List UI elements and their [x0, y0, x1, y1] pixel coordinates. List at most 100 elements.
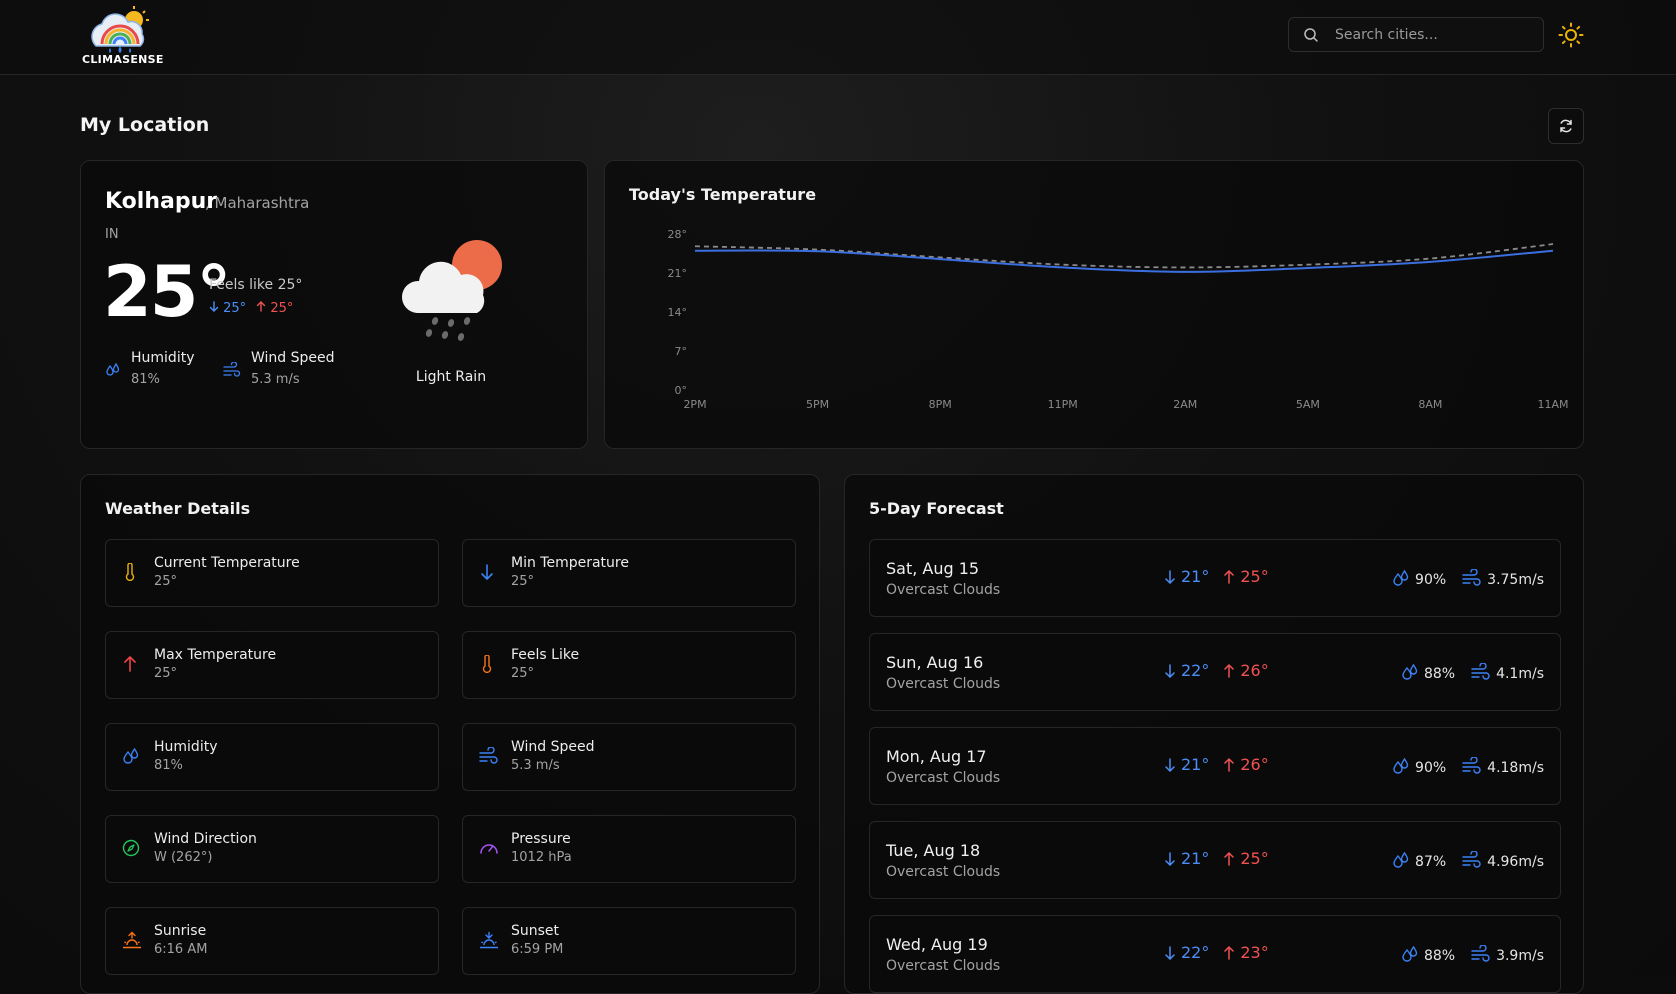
max-temp: 25°	[256, 301, 293, 316]
feels-like-line	[694, 243, 1554, 269]
detail-label: Feels Like	[511, 647, 580, 663]
forecast-temps: 22° 26°	[1164, 661, 1269, 680]
forecast-wind: 3.75m/s	[1462, 568, 1544, 591]
detail-wind-direction: Wind Direction W (262°)	[105, 815, 439, 883]
forecast-humidity: 90%	[1392, 757, 1446, 779]
forecast-min: 21°	[1164, 567, 1209, 586]
droplets-icon	[1401, 663, 1419, 685]
forecast-meta: 88% 4.1m/s	[1401, 662, 1544, 685]
forecast-humidity-value: 90%	[1415, 760, 1447, 776]
logo-text: CLIMASENSE	[82, 53, 164, 66]
sunrise-icon	[122, 931, 142, 953]
app-header: CLIMASENSE	[0, 0, 1676, 75]
detail-feels-like: Feels Like 25°	[462, 631, 796, 699]
detail-label: Pressure	[511, 831, 571, 847]
forecast-wind: 4.96m/s	[1462, 850, 1544, 873]
droplets-icon	[1392, 851, 1410, 873]
feels-like-text: Feels like 25°	[209, 277, 303, 293]
y-tick-label: 14°	[668, 306, 688, 319]
arrow-up-icon	[256, 301, 266, 312]
forecast-meta: 90% 4.18m/s	[1392, 756, 1544, 779]
forecast-row[interactable]: Wed, Aug 19 Overcast Clouds 22° 23° 88% …	[869, 915, 1561, 993]
country-code: IN	[105, 227, 119, 242]
y-tick-label: 28°	[668, 228, 688, 241]
forecast-temps: 22° 23°	[1164, 943, 1269, 962]
detail-label: Current Temperature	[154, 555, 300, 571]
wind-icon	[1471, 662, 1491, 685]
wind-stat: Wind Speed 5.3 m/s	[223, 350, 335, 387]
forecast-row[interactable]: Sun, Aug 16 Overcast Clouds 22° 26° 88% …	[869, 633, 1561, 711]
detail-min-temperature: Min Temperature 25°	[462, 539, 796, 607]
x-tick-label: 8PM	[929, 398, 952, 411]
forecast-wind: 3.9m/s	[1471, 944, 1544, 967]
forecast-max-value: 25°	[1240, 849, 1269, 868]
x-tick-label: 2AM	[1173, 398, 1197, 411]
forecast-humidity: 88%	[1401, 663, 1455, 685]
forecast-meta: 90% 3.75m/s	[1392, 568, 1544, 591]
forecast-row[interactable]: Tue, Aug 18 Overcast Clouds 21° 25° 87% …	[869, 821, 1561, 899]
light-rain-icon	[401, 240, 502, 341]
detail-value: 5.3 m/s	[511, 758, 560, 773]
forecast-min-value: 21°	[1181, 849, 1210, 868]
detail-value: 25°	[511, 666, 535, 681]
forecast-max-value: 26°	[1240, 755, 1269, 774]
humidity-value: 81%	[131, 372, 160, 387]
droplets-icon	[122, 747, 140, 769]
detail-label: Wind Direction	[154, 831, 257, 847]
wind-label: Wind Speed	[251, 350, 335, 366]
page-title: My Location	[80, 114, 210, 136]
forecast-max: 23°	[1223, 943, 1269, 962]
sun-icon[interactable]	[1558, 22, 1584, 48]
forecast-max: 25°	[1223, 567, 1269, 586]
arrow-down-icon	[1165, 851, 1175, 866]
refresh-button[interactable]	[1548, 108, 1584, 144]
forecast-max: 26°	[1223, 661, 1269, 680]
forecast-wind-value: 3.9m/s	[1496, 948, 1544, 964]
detail-label: Wind Speed	[511, 739, 595, 755]
arrow-up-icon	[1224, 663, 1235, 678]
arrow-up-icon	[1224, 569, 1235, 584]
temperature-chart-card: Today's Temperature 28° 21° 14° 7° 0° 2PM 5PM 8…	[604, 160, 1584, 449]
refresh-icon	[1560, 119, 1572, 133]
search-box[interactable]	[1288, 17, 1544, 52]
x-tick-label: 2PM	[683, 398, 706, 411]
forecast-min: 22°	[1164, 943, 1209, 962]
wind-icon	[1462, 850, 1482, 873]
forecast-min-value: 21°	[1181, 567, 1210, 586]
detail-value: 81%	[154, 758, 183, 773]
search-input[interactable]	[1335, 18, 1535, 51]
droplets-icon	[1392, 569, 1410, 591]
current-weather-card: Kolhapur , Maharashtra IN 25° Feels like…	[80, 160, 588, 449]
wind-value: 5.3 m/s	[251, 372, 300, 387]
wind-icon	[479, 746, 499, 769]
forecast-min: 21°	[1164, 755, 1209, 774]
forecast-description: Overcast Clouds	[886, 582, 1001, 598]
droplets-icon	[1401, 945, 1419, 967]
forecast-wind-value: 3.75m/s	[1487, 572, 1544, 588]
forecast-humidity-value: 88%	[1423, 948, 1456, 964]
detail-label: Sunrise	[154, 923, 207, 939]
droplets-icon	[106, 362, 120, 376]
forecast-humidity-value: 88%	[1423, 666, 1456, 682]
arrow-up-icon	[1224, 851, 1235, 866]
thermometer-icon	[122, 562, 138, 585]
wind-icon	[1471, 944, 1491, 967]
forecast-card: 5-Day Forecast Sat, Aug 15 Overcast Clou…	[844, 474, 1584, 994]
forecast-max-value: 26°	[1240, 661, 1269, 680]
x-tick-label: 5AM	[1296, 398, 1320, 411]
forecast-wind-value: 4.1m/s	[1496, 666, 1544, 682]
arrow-down-icon	[1165, 663, 1175, 678]
search-icon	[1304, 28, 1318, 42]
detail-label: Min Temperature	[511, 555, 629, 571]
forecast-row[interactable]: Mon, Aug 17 Overcast Clouds 21° 26° 90% …	[869, 727, 1561, 805]
forecast-wind-value: 4.96m/s	[1487, 854, 1544, 870]
x-tick-label: 11PM	[1048, 398, 1078, 411]
forecast-min-value: 22°	[1181, 661, 1210, 680]
x-tick-label: 11AM	[1537, 398, 1568, 411]
forecast-humidity: 87%	[1392, 851, 1446, 873]
city-name: Kolhapur	[105, 189, 218, 214]
forecast-row[interactable]: Sat, Aug 15 Overcast Clouds 21° 25° 90% …	[869, 539, 1561, 617]
wind-icon	[223, 362, 241, 377]
detail-value: 25°	[154, 666, 178, 681]
droplets-icon	[1392, 757, 1410, 779]
